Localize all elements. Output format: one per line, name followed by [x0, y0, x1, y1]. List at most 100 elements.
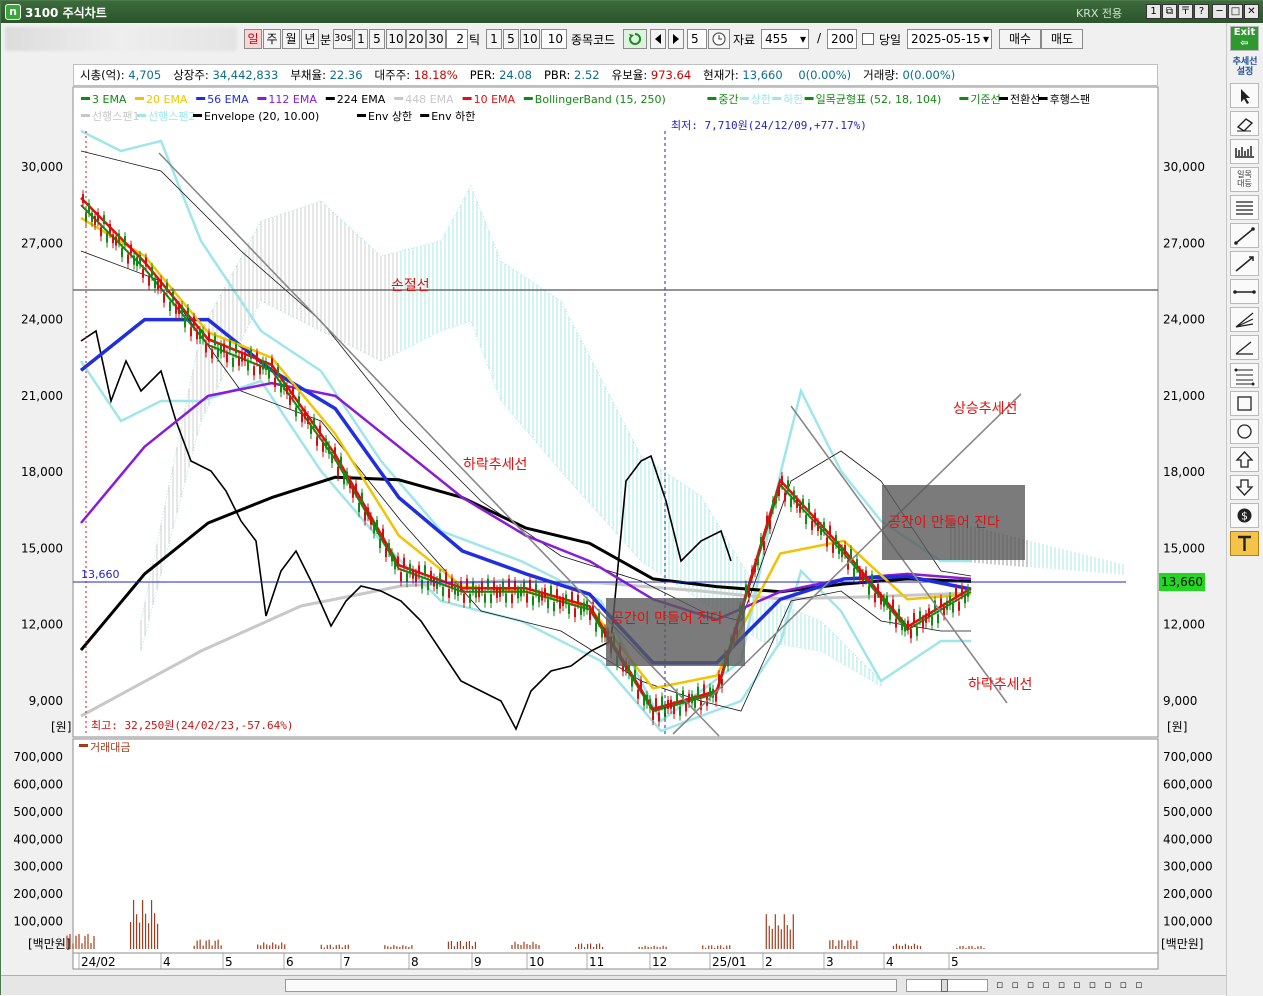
date-label: 4: [163, 955, 171, 969]
candle-body: [679, 706, 681, 716]
candle-body: [382, 528, 384, 538]
minute-5-button[interactable]: 5: [369, 29, 385, 49]
same-day-checkbox[interactable]: [862, 33, 874, 45]
candle-body: [526, 593, 528, 603]
candle-body: [175, 304, 177, 314]
trendline-settings-label[interactable]: 추세선 설정: [1229, 57, 1261, 77]
prev-arrow-icon[interactable]: [650, 29, 666, 49]
candle-body: [913, 612, 915, 622]
ray-line-icon[interactable]: [1230, 251, 1259, 276]
stock-chart[interactable]: 30,000 30,000 27,000 27,000 24,000 24,000 21,0…: [1, 85, 1226, 975]
window-number-button[interactable]: 1: [1146, 4, 1161, 19]
candle-body: [643, 696, 645, 706]
tick-1-button[interactable]: 1: [486, 29, 502, 49]
link-window-button[interactable]: ⧉: [1162, 4, 1177, 19]
candle-body: [421, 579, 423, 589]
legend-item: 전환선: [1010, 93, 1040, 106]
candle-body: [448, 588, 450, 598]
same-day-label: 당일: [879, 33, 902, 47]
candle-body: [790, 498, 792, 508]
chart-tool-icons[interactable]: ▫▫▫▫▫▫▫▫▫▫: [996, 978, 1224, 993]
tick-input[interactable]: 10: [541, 29, 567, 49]
gap-box-1: [606, 598, 745, 666]
candle-body: [634, 669, 636, 679]
maximize-button[interactable]: □: [1228, 4, 1243, 19]
candle-body: [691, 694, 693, 704]
candle-body: [304, 409, 306, 419]
period-month-button[interactable]: 월: [282, 29, 300, 49]
period-day-button[interactable]: 일: [244, 29, 262, 49]
candle-body: [151, 266, 153, 276]
legend-item: 상한: [751, 93, 771, 106]
candle-body: [964, 594, 966, 604]
bar-chart-icon[interactable]: [1230, 139, 1259, 164]
minute-30-button[interactable]: 30: [426, 29, 446, 49]
minute-10-button[interactable]: 10: [386, 29, 406, 49]
cursor-icon[interactable]: [1230, 83, 1259, 108]
angle-line-icon[interactable]: [1230, 335, 1259, 360]
info-value: 22.36: [329, 68, 363, 82]
candle-body: [301, 413, 303, 423]
arrow-down-icon[interactable]: [1230, 475, 1259, 500]
tick-5-button[interactable]: 5: [503, 29, 519, 49]
chart-area[interactable]: 30,000 30,000 27,000 27,000 24,000 24,000 21,0…: [1, 85, 1226, 975]
candle-body: [253, 366, 255, 376]
candle-body: [451, 578, 453, 588]
candle-body: [100, 227, 102, 237]
horizontal-line-icon[interactable]: [1230, 279, 1259, 304]
help-button[interactable]: ?: [1194, 4, 1209, 19]
candle-body: [349, 479, 351, 489]
candle-body: [289, 395, 291, 405]
trendline-icon[interactable]: [1230, 223, 1259, 248]
rectangle-icon[interactable]: [1230, 391, 1259, 416]
ichimoku-button[interactable]: 일목 대등: [1230, 167, 1259, 192]
candle-body: [283, 380, 285, 390]
horizontal-scrollbar[interactable]: [285, 979, 897, 992]
date-label: 9: [474, 955, 482, 969]
sell-button[interactable]: 매도: [1041, 29, 1083, 49]
period-week-button[interactable]: 주: [263, 29, 281, 49]
dollar-icon[interactable]: $: [1230, 503, 1259, 528]
candle-body: [598, 612, 600, 622]
legend-swatch: [257, 97, 267, 100]
volume-pane: [72, 738, 1159, 954]
stock-name-box-blurred: [5, 27, 237, 51]
pin-window-button[interactable]: 〒: [1178, 4, 1193, 19]
page-size-input[interactable]: 200: [827, 29, 857, 49]
eraser-icon[interactable]: [1230, 111, 1259, 136]
fan-line-icon[interactable]: [1230, 307, 1259, 332]
buy-button[interactable]: 매수: [999, 29, 1041, 49]
fibonacci-icon[interactable]: [1230, 363, 1259, 388]
period-year-button[interactable]: 년: [301, 29, 319, 49]
drawing-toolbar: Exit ⇦ 추세선 설정 일목 대등 $: [1226, 23, 1263, 996]
data-count-select[interactable]: 455 ▾: [761, 29, 809, 49]
window-title: 3100 주식차트: [25, 6, 107, 20]
tick-label: 틱: [469, 33, 481, 47]
tick-10-button[interactable]: 10: [520, 29, 540, 49]
tick-value-input[interactable]: 2: [446, 29, 468, 49]
parallel-lines-icon[interactable]: [1230, 195, 1259, 220]
next-arrow-icon[interactable]: [668, 29, 684, 49]
close-button[interactable]: ✕: [1244, 4, 1259, 19]
clock-icon[interactable]: [708, 29, 730, 49]
date-label: 4: [886, 955, 894, 969]
minimize-button[interactable]: ─: [1212, 4, 1227, 19]
minute-30s-button[interactable]: 30s: [333, 29, 353, 49]
arrow-up-icon[interactable]: [1230, 447, 1259, 472]
exit-button[interactable]: Exit ⇦: [1230, 26, 1259, 51]
candle-body: [256, 352, 258, 362]
circle-icon[interactable]: [1230, 419, 1259, 444]
volume-tick-right: 400,000: [1163, 832, 1213, 846]
candle-body: [193, 316, 195, 326]
date-select[interactable]: 2025-05-15 ▾: [907, 29, 992, 49]
minute-20-button[interactable]: 20: [406, 29, 426, 49]
text-tool-icon[interactable]: [1230, 531, 1259, 556]
count-input[interactable]: 5: [687, 29, 707, 49]
candle-body: [709, 687, 711, 697]
minute-1-button[interactable]: 1: [354, 29, 368, 49]
refresh-icon[interactable]: [623, 29, 647, 49]
candle-body: [346, 471, 348, 481]
candle-body: [550, 585, 552, 595]
info-key: 현재가:: [703, 68, 743, 82]
zoom-slider[interactable]: [906, 979, 988, 992]
